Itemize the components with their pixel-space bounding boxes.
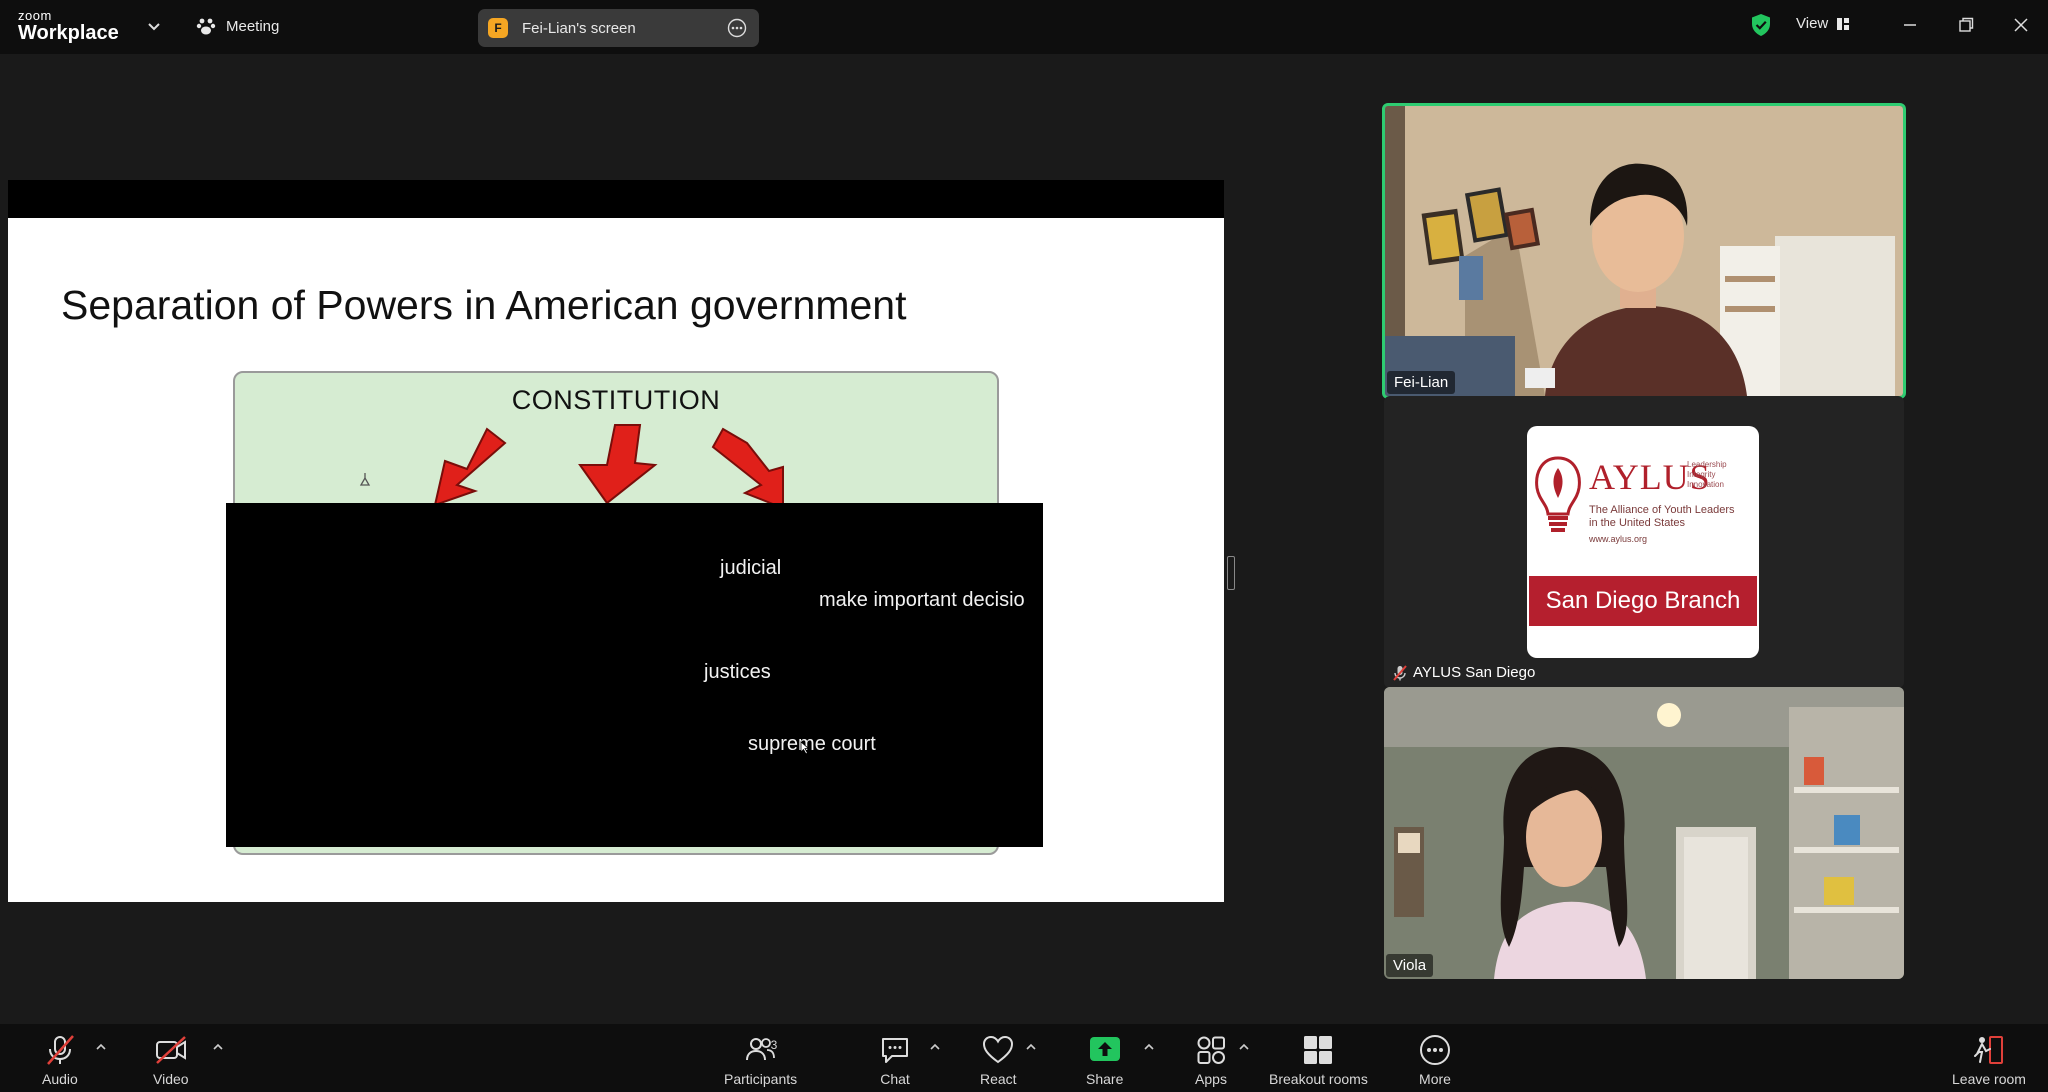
paw-icon (196, 18, 216, 35)
more-options-icon[interactable] (727, 18, 747, 38)
participant-tile-fei-lian[interactable]: Fei-Lian (1382, 103, 1906, 399)
leave-room-label: Leave room (1952, 1071, 2026, 1087)
participant-name: AYLUS San Diego (1413, 664, 1536, 681)
participant-name-tag: Viola (1386, 954, 1434, 977)
view-grid-icon (1837, 17, 1850, 30)
subtitle-line: in the United States (1589, 517, 1686, 529)
torch-bulb-icon (1535, 456, 1581, 532)
video-label: Video (153, 1071, 189, 1087)
more-button[interactable]: More (1418, 1034, 1452, 1087)
share-screen-icon (1089, 1037, 1120, 1061)
shared-screen[interactable]: Separation of Powers in American governm… (8, 180, 1224, 902)
aylus-tagline: Leadership Integrity Innovation (1687, 460, 1727, 490)
participants-button[interactable]: 3 Participants (724, 1034, 797, 1087)
video-button[interactable]: Video (153, 1034, 189, 1087)
slide-title: Separation of Powers in American governm… (61, 282, 907, 328)
video-off-icon (155, 1036, 186, 1064)
aylus-logo-card: AYLUS Leadership Integrity Innovation Th… (1527, 426, 1759, 658)
breakout-rooms-button[interactable]: Breakout rooms (1269, 1034, 1368, 1087)
apps-options-caret-icon[interactable] (1238, 1042, 1250, 1050)
video-feed (1384, 687, 1904, 979)
caption-supreme-court: supreme court (748, 733, 876, 755)
react-button[interactable]: React (980, 1034, 1017, 1087)
presentation-slide: Separation of Powers in American governm… (8, 218, 1224, 902)
share-options-caret-icon[interactable] (1143, 1042, 1155, 1050)
chevron-down-icon[interactable] (146, 18, 162, 34)
video-options-caret-icon[interactable] (212, 1042, 224, 1050)
muted-mic-icon (46, 1035, 74, 1065)
restore-icon[interactable] (1955, 14, 1977, 36)
view-label: View (1796, 15, 1829, 32)
tagline-line: Integrity (1687, 470, 1716, 479)
participant-tile-viola[interactable]: Viola (1384, 687, 1904, 979)
more-icon (1420, 1035, 1450, 1065)
logo-big-text: Workplace (18, 22, 119, 44)
subtitle-line: The Alliance of Youth Leaders (1589, 504, 1735, 516)
sharer-avatar: F (488, 18, 508, 38)
video-feed (1385, 106, 1903, 396)
aylus-subtitle: The Alliance of Youth Leaders in the Uni… (1589, 504, 1735, 530)
meeting-menu[interactable]: Meeting (196, 16, 279, 36)
aylus-branch-banner: San Diego Branch (1529, 576, 1757, 626)
mouse-cursor-icon (800, 741, 810, 755)
security-shield-icon[interactable] (1750, 13, 1772, 37)
chat-options-caret-icon[interactable] (929, 1042, 941, 1050)
share-label: Share (1086, 1071, 1124, 1087)
participant-name-tag: AYLUS San Diego (1386, 661, 1542, 684)
audio-button[interactable]: Audio (42, 1034, 78, 1087)
zoom-workplace-logo[interactable]: zoom Workplace (18, 9, 119, 43)
close-icon[interactable] (2010, 14, 2032, 36)
audio-options-caret-icon[interactable] (95, 1042, 107, 1050)
minimize-icon[interactable] (1899, 14, 1921, 36)
participant-name-tag: Fei-Lian (1387, 371, 1456, 394)
leave-room-button[interactable]: Leave room (1952, 1034, 2026, 1087)
caption-justices: justices (704, 661, 771, 683)
caption-judicial: judicial (720, 557, 782, 579)
react-label: React (980, 1071, 1017, 1087)
more-label: More (1419, 1071, 1451, 1087)
react-options-caret-icon[interactable] (1025, 1042, 1037, 1050)
chat-button[interactable]: Chat (878, 1034, 912, 1087)
audio-label: Audio (42, 1071, 78, 1087)
apps-label: Apps (1195, 1071, 1227, 1087)
red-arrows (359, 424, 784, 510)
heart-icon (983, 1035, 1014, 1064)
apps-icon (1197, 1036, 1225, 1064)
participant-tile-aylus-san-diego[interactable]: AYLUS Leadership Integrity Innovation Th… (1384, 396, 1904, 688)
caption-decisions: make important decisio (819, 589, 1025, 611)
breakout-rooms-label: Breakout rooms (1269, 1071, 1368, 1087)
share-status-pill[interactable]: F Fei-Lian's screen (478, 9, 759, 47)
participant-name: Fei-Lian (1394, 374, 1449, 391)
tagline-line: Leadership (1687, 460, 1727, 469)
participants-count: 3 (770, 1038, 778, 1052)
breakout-rooms-icon (1304, 1036, 1333, 1064)
panel-resize-handle[interactable] (1227, 556, 1235, 590)
apps-button[interactable]: Apps (1194, 1034, 1228, 1087)
chat-label: Chat (880, 1071, 910, 1087)
logo-small-text: zoom (18, 8, 52, 23)
meeting-label: Meeting (226, 17, 280, 35)
view-button[interactable]: View (1796, 15, 1850, 32)
caption-overlay: judicial make important decisio justices… (226, 503, 1043, 847)
leave-door-icon (1973, 1036, 2003, 1064)
top-bar: zoom Workplace Meeting F Fei-Lian's scre… (0, 0, 2048, 54)
tagline-line: Innovation (1687, 480, 1724, 489)
participant-name: Viola (1393, 957, 1427, 974)
muted-mic-icon (1393, 664, 1407, 681)
participants-label: Participants (724, 1071, 798, 1087)
participants-icon-wrap: 3 (744, 1034, 778, 1066)
share-button[interactable]: Share (1086, 1034, 1123, 1087)
chat-icon (882, 1038, 908, 1063)
meeting-toolbar: Audio Video 3 Participants Chat React Sh… (0, 1024, 2048, 1092)
share-status-label: Fei-Lian's screen (522, 19, 636, 37)
aylus-url: www.aylus.org (1589, 534, 1648, 544)
